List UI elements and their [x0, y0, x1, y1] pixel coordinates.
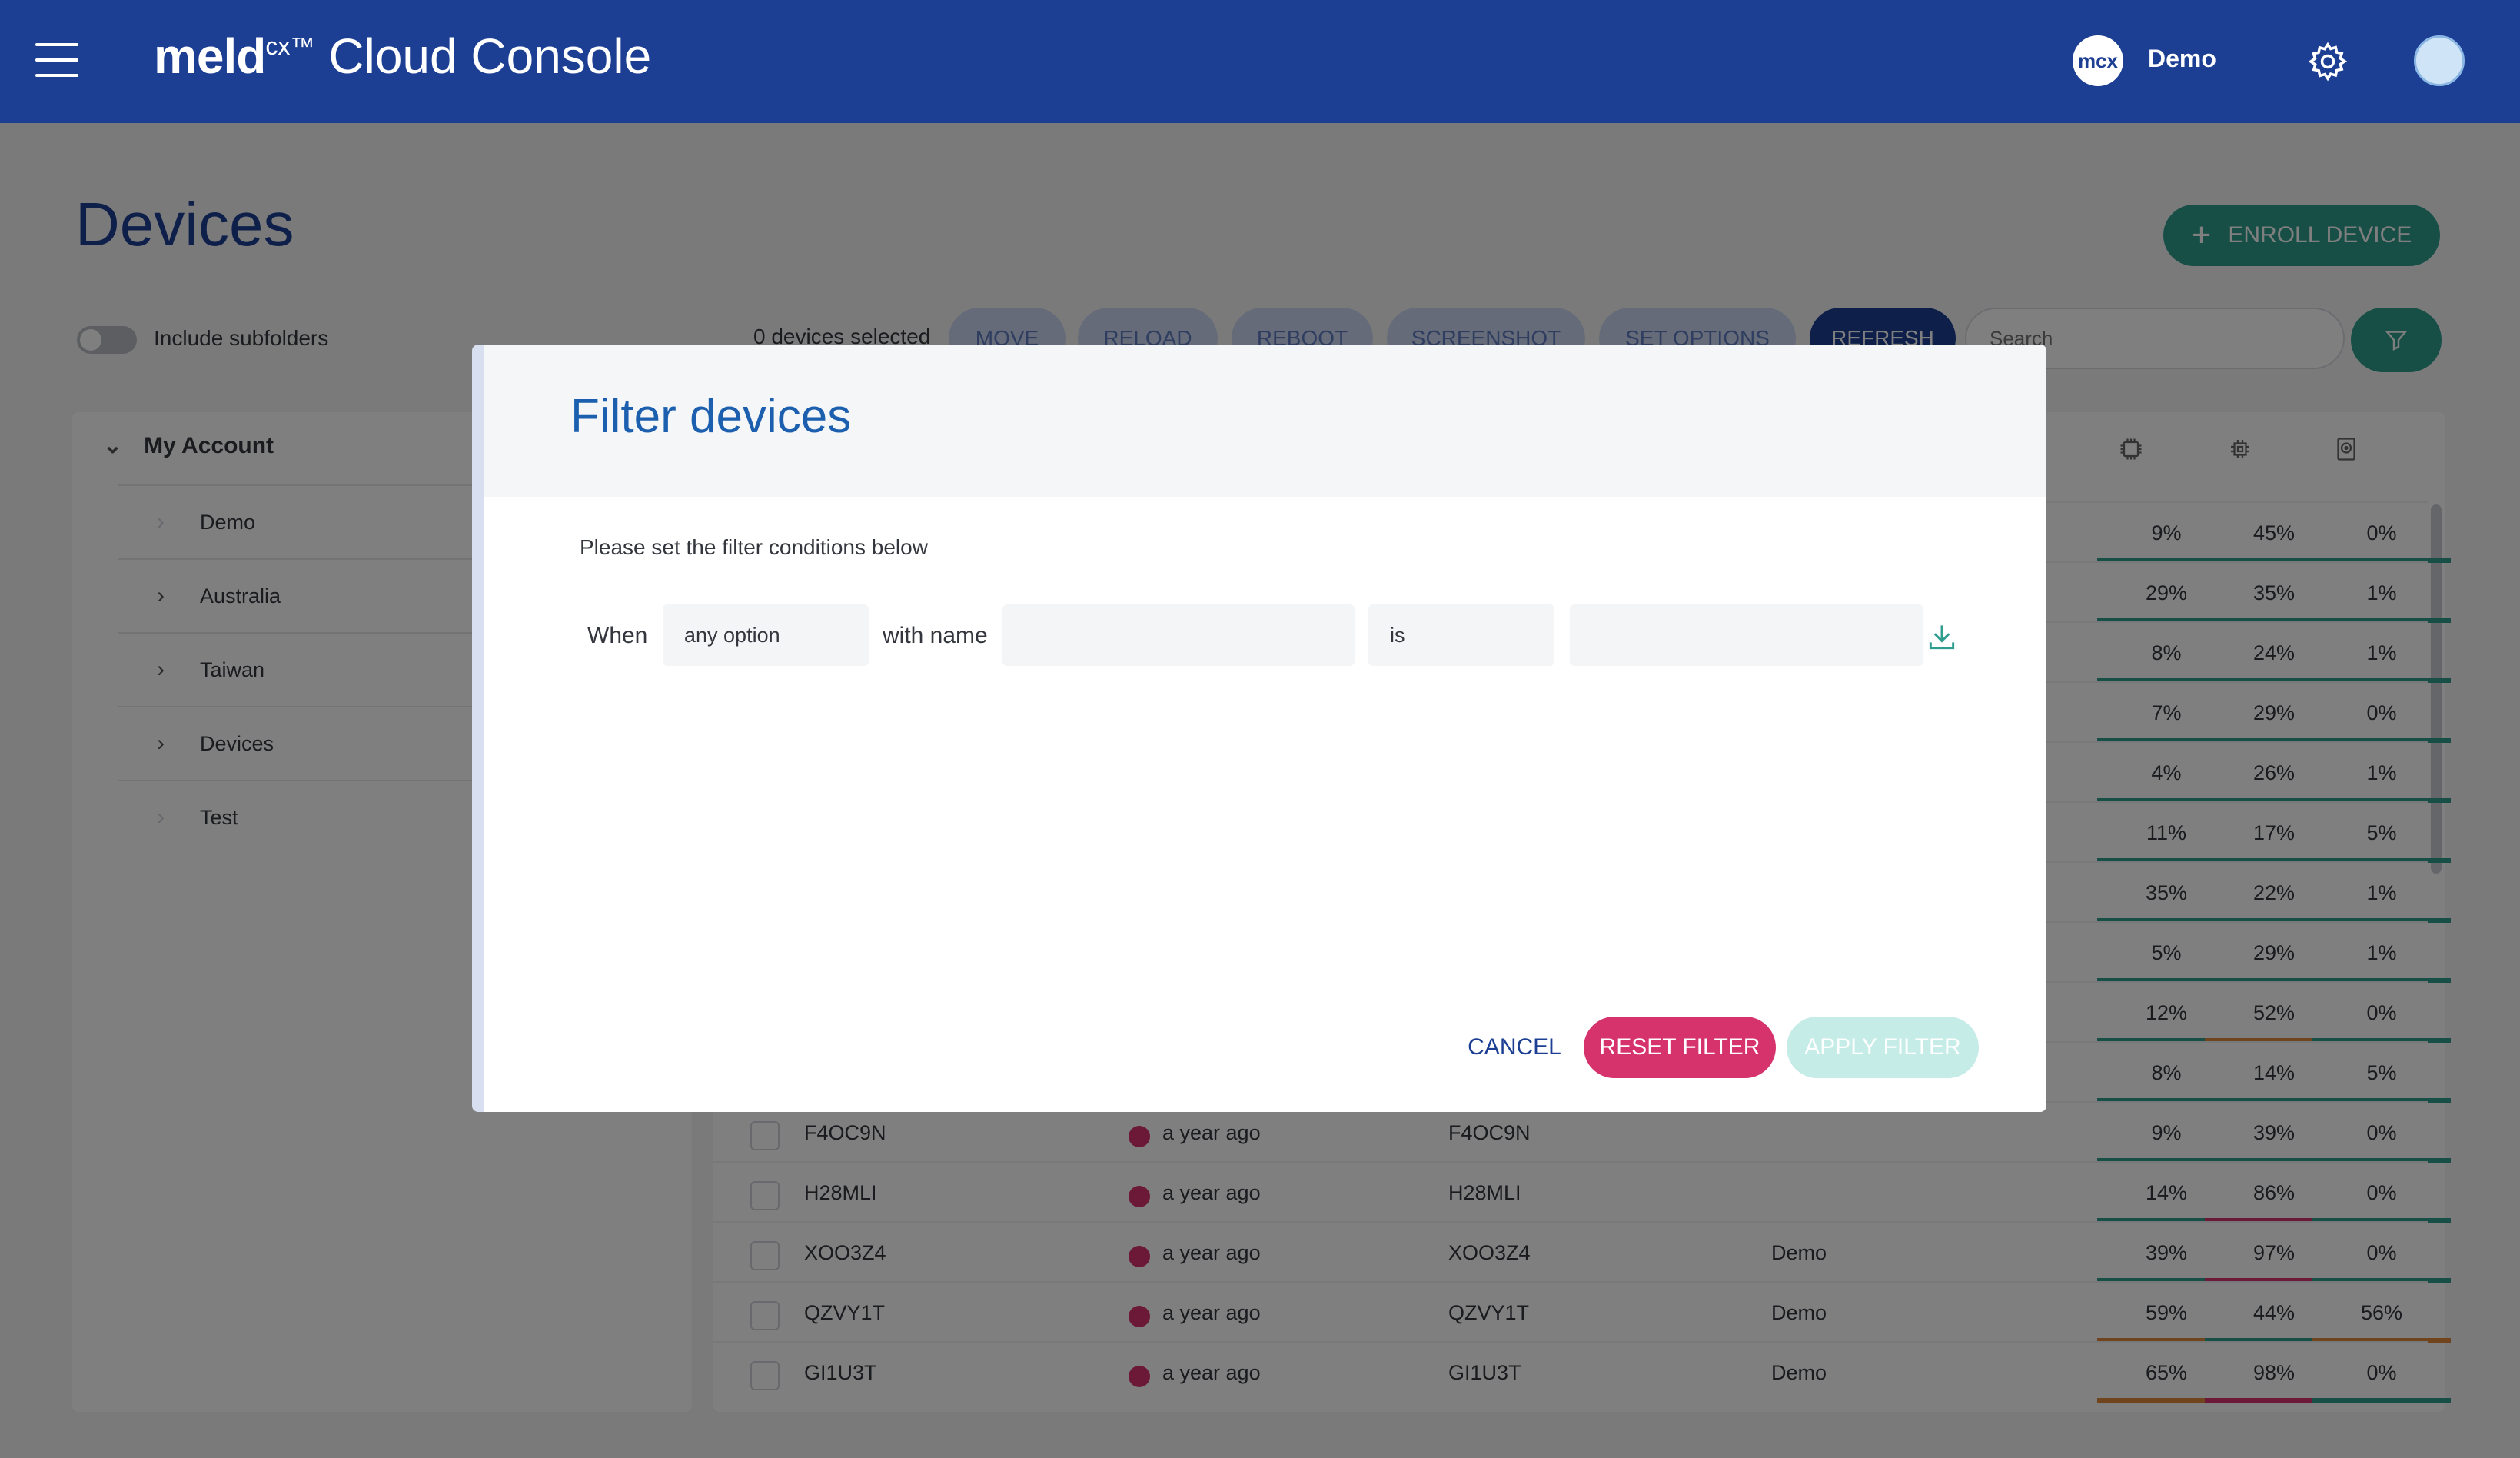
menu-icon[interactable] — [35, 43, 78, 77]
brand-logo: meld — [154, 28, 266, 84]
value-field[interactable] — [1570, 604, 1923, 666]
option-select[interactable]: any option — [663, 604, 869, 666]
org-name[interactable]: Demo — [2148, 45, 2216, 73]
name-field[interactable] — [1002, 604, 1355, 666]
when-label: When — [587, 623, 648, 648]
operator-select[interactable]: is — [1368, 604, 1554, 666]
user-avatar[interactable] — [2414, 35, 2465, 86]
dialog-title: Filter devices — [570, 390, 852, 443]
brand: meldcx™ Cloud Console — [154, 28, 651, 85]
with-name-label: with name — [883, 623, 988, 648]
apply-filter-button[interactable]: APPLY FILTER — [1787, 1017, 1979, 1078]
brand-title: Cloud Console — [328, 28, 652, 84]
brand-sup: cx™ — [265, 32, 315, 60]
cancel-button[interactable]: CANCEL — [1453, 1017, 1576, 1078]
top-bar: meldcx™ Cloud Console mcx Demo — [0, 0, 2520, 123]
gear-icon[interactable] — [2306, 40, 2349, 83]
dialog-header: Filter devices — [484, 345, 2046, 497]
org-avatar[interactable]: mcx — [2073, 35, 2123, 86]
dialog-subtitle: Please set the filter conditions below — [580, 535, 928, 559]
download-icon[interactable] — [1925, 620, 1959, 654]
filter-devices-dialog: Filter devices Please set the filter con… — [472, 345, 2046, 1112]
reset-filter-button[interactable]: RESET FILTER — [1584, 1017, 1776, 1078]
